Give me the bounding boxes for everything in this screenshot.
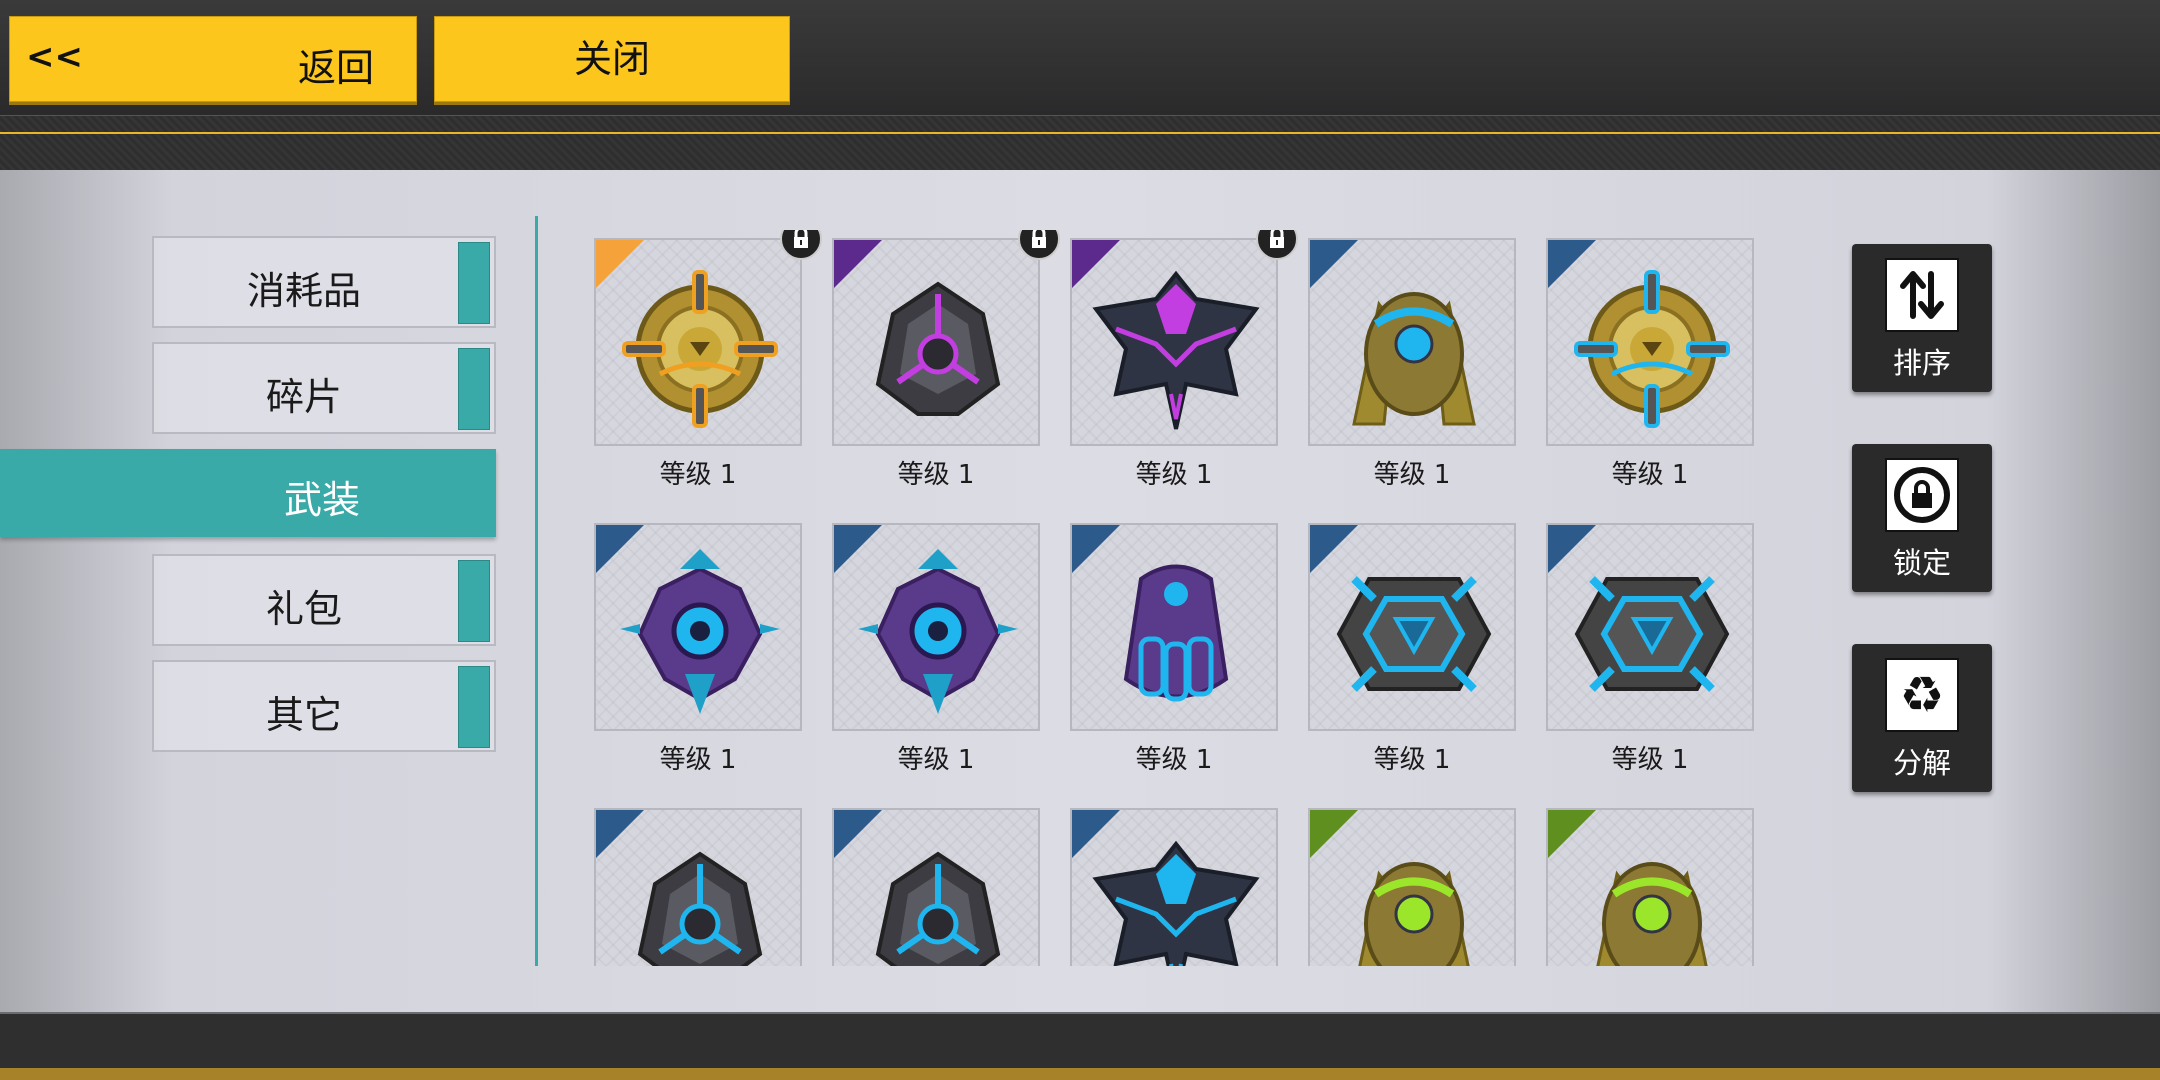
sort-icon xyxy=(1885,258,1959,332)
bottom-gold-strip xyxy=(0,1068,2160,1080)
gray-core-blue-icon xyxy=(875,851,1001,966)
gold-pod-green-icon xyxy=(1596,862,1708,966)
gold-pod-blue-icon xyxy=(1352,292,1476,426)
disassemble-label: 分解 xyxy=(1892,746,1951,780)
item-slot xyxy=(832,238,1040,446)
inventory-item[interactable]: 等级 1 xyxy=(1294,515,1516,775)
category-others[interactable]: 其它 xyxy=(152,660,496,752)
dark-ship-blue-icon xyxy=(1092,840,1260,966)
item-level: 等级 1 xyxy=(1135,460,1213,490)
item-slot xyxy=(832,808,1040,966)
item-slot xyxy=(1308,238,1516,446)
item-slot xyxy=(1308,523,1516,731)
item-level: 等级 1 xyxy=(1373,745,1451,775)
lock-label: 锁定 xyxy=(1892,546,1951,580)
item-level: 等级 1 xyxy=(1373,460,1451,490)
item-level: 等级 1 xyxy=(1611,745,1689,775)
gold-orb-blue-icon xyxy=(1574,270,1730,428)
sort-label: 排序 xyxy=(1892,346,1951,380)
item-slot xyxy=(1070,238,1278,446)
item-slot xyxy=(594,238,802,446)
gold-pod-green-icon xyxy=(1358,862,1470,966)
inventory-item[interactable] xyxy=(580,800,802,966)
item-level: 等级 1 xyxy=(1611,460,1689,490)
inventory-item[interactable] xyxy=(1532,800,1754,966)
inventory-item[interactable] xyxy=(1294,800,1516,966)
bottom-bar xyxy=(0,1012,2160,1070)
dark-ship-magenta-icon xyxy=(1092,270,1260,430)
inventory-item[interactable]: 等级 1 xyxy=(818,515,1040,775)
lock-badge-icon xyxy=(1018,230,1060,260)
item-slot xyxy=(594,523,802,731)
gray-hex-blue-icon xyxy=(1574,576,1730,692)
purple-core-icon xyxy=(620,549,780,714)
category-tab-marker xyxy=(458,242,490,324)
inventory-item[interactable]: 等级 1 xyxy=(818,230,1060,490)
category-label: 礼包 xyxy=(265,587,342,631)
purple-core-icon xyxy=(858,549,1018,714)
back-arrow-icon: << xyxy=(26,37,83,77)
back-button[interactable]: << 返回 xyxy=(9,16,417,102)
gold-divider xyxy=(0,132,2160,134)
back-label: 返回 xyxy=(298,46,375,90)
inventory-item[interactable]: 等级 1 xyxy=(580,515,802,775)
gray-hex-blue-icon xyxy=(1336,576,1492,692)
inventory-item[interactable]: 等级 1 xyxy=(1056,230,1298,490)
item-slot xyxy=(1308,808,1516,966)
svg-text:♻: ♻ xyxy=(1900,666,1945,724)
category-label: 武装 xyxy=(283,478,360,522)
item-level: 等级 1 xyxy=(897,460,975,490)
inventory-item[interactable]: 等级 1 xyxy=(1532,230,1754,490)
gray-core-blue-icon xyxy=(637,851,763,966)
top-strip xyxy=(0,115,2160,171)
inventory-item[interactable]: 等级 1 xyxy=(580,230,822,490)
item-slot xyxy=(1546,238,1754,446)
purple-shell-icon xyxy=(1123,564,1229,702)
gray-core-magenta-icon xyxy=(875,281,1001,416)
lock-button[interactable]: 锁定 xyxy=(1852,444,1992,592)
item-slot xyxy=(1546,808,1754,966)
inventory-item[interactable] xyxy=(1056,800,1278,966)
item-slot xyxy=(1546,523,1754,731)
gold-orb-orange-icon xyxy=(622,270,778,428)
category-tab-marker xyxy=(458,560,490,642)
category-packs[interactable]: 礼包 xyxy=(152,554,496,646)
item-level: 等级 1 xyxy=(659,460,737,490)
category-label: 其它 xyxy=(265,693,342,737)
item-slot xyxy=(1070,523,1278,731)
category-fragments[interactable]: 碎片 xyxy=(152,342,496,434)
item-slot xyxy=(832,523,1040,731)
recycle-icon: ♻ xyxy=(1885,658,1959,732)
sort-button[interactable]: 排序 xyxy=(1852,244,1992,392)
item-level: 等级 1 xyxy=(1135,745,1213,775)
category-consumables[interactable]: 消耗品 xyxy=(152,236,496,328)
lock-badge-icon xyxy=(1256,230,1298,260)
item-level: 等级 1 xyxy=(659,745,737,775)
close-button[interactable]: 关闭 xyxy=(434,16,790,102)
inventory-item[interactable]: 等级 1 xyxy=(1294,230,1516,490)
panel-divider xyxy=(535,216,538,966)
category-label: 碎片 xyxy=(265,375,342,419)
category-tab-marker xyxy=(458,666,490,748)
item-slot xyxy=(1070,808,1278,966)
inventory-item[interactable] xyxy=(818,800,1040,966)
inventory-item[interactable]: 等级 1 xyxy=(1056,515,1278,775)
inventory-item[interactable]: 等级 1 xyxy=(1532,515,1754,775)
item-level: 等级 1 xyxy=(897,745,975,775)
lock-icon xyxy=(1885,458,1959,532)
lock-badge-icon xyxy=(780,230,822,260)
item-slot xyxy=(594,808,802,966)
item-grid: 等级 1 等级 1 等级 1 等级 1 等级 1 等级 1 等级 1 等级 1 … xyxy=(580,230,1780,966)
category-label: 消耗品 xyxy=(246,269,361,313)
category-armaments[interactable]: 武装 xyxy=(0,449,496,537)
disassemble-button[interactable]: ♻ 分解 xyxy=(1852,644,1992,792)
category-tab-marker xyxy=(458,348,490,430)
